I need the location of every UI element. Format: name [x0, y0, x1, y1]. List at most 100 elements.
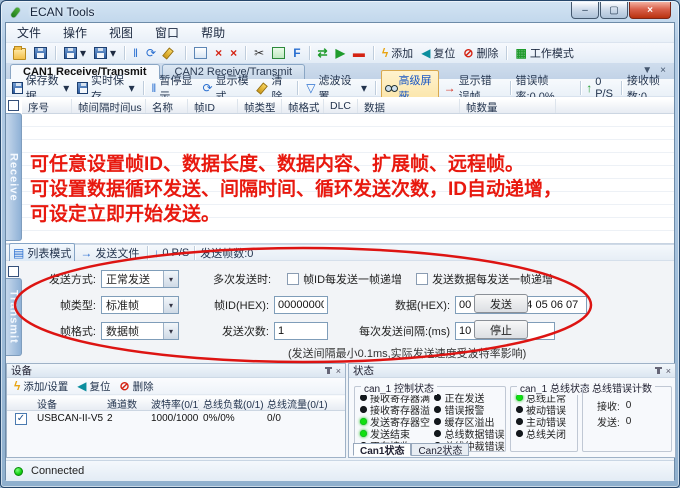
open-file-button[interactable] [10, 45, 29, 61]
pause-icon: ‖ [133, 47, 138, 59]
led-tx-reg-empty [360, 418, 367, 425]
device-panel-title-bar: 设备 × [7, 364, 345, 378]
frame-format-select[interactable]: 数据帧▾ [101, 322, 179, 340]
format-button[interactable]: F [290, 46, 303, 60]
pin-icon[interactable] [327, 367, 330, 374]
device-load-cell: 0%/0% [199, 413, 263, 424]
menu-help[interactable]: 帮助 [190, 23, 236, 42]
col-baud[interactable]: 波特率(0/1) [147, 396, 199, 410]
loop-button[interactable]: ⇄ [315, 46, 331, 60]
caret-down-icon: ▾ [110, 47, 116, 59]
pause-button[interactable]: ‖ [130, 46, 141, 60]
separator [245, 46, 246, 60]
transmit-dock-square[interactable] [8, 266, 19, 277]
frame-id-increment-checkbox[interactable] [287, 273, 299, 285]
delete-device-button[interactable]: ⊘删除 [460, 44, 501, 62]
scissors-icon: ✂ [254, 47, 264, 59]
glasses-icon [385, 82, 396, 94]
col-count[interactable]: 帧数量 [460, 99, 556, 113]
tab-can2-status[interactable]: Can2状态 [411, 443, 469, 456]
save-icon [34, 47, 47, 59]
col-interval[interactable]: 帧间隔时间us [72, 99, 146, 113]
grid-icon: ▦ [515, 47, 526, 59]
maximize-button[interactable]: ▢ [600, 2, 628, 19]
annotation-line-1: 可任意设置帧ID、数据长度、数据内容、扩展帧、远程帧。 [30, 152, 562, 177]
menu-view[interactable]: 视图 [98, 23, 144, 42]
connection-status-icon [14, 467, 23, 476]
disconnect-button[interactable]: ▬ [350, 46, 368, 60]
frame-type-label: 帧类型: [40, 297, 96, 313]
frame-id-input[interactable] [274, 296, 328, 314]
col-load[interactable]: 总线负载(0/1) [199, 396, 263, 410]
app-window: ECAN Tools – ▢ × 文件 操作 视图 窗口 帮助 ▾ ▾ ‖ ⟳ … [0, 0, 680, 488]
list-mode-button[interactable]: ▤列表模式 [9, 243, 75, 263]
stop-button[interactable]: 停止 [474, 320, 528, 339]
led-tx-done [360, 430, 367, 437]
export-dropdown-button[interactable]: ▾ [91, 46, 119, 60]
reset-icon: ◀ [421, 47, 430, 59]
col-traffic[interactable]: 总线流量(0/1) [263, 396, 333, 410]
reset-device-button[interactable]: ◀复位 [418, 44, 458, 62]
receive-dock-square[interactable] [8, 100, 19, 111]
device-checkbox[interactable]: ✓ [15, 413, 27, 425]
device-add-settings-button[interactable]: ϟ添加/设置 [11, 378, 71, 395]
send-file-button[interactable]: →发送文件 [77, 244, 142, 262]
separator [143, 81, 144, 95]
col-type[interactable]: 帧类型 [238, 99, 282, 113]
menu-operate[interactable]: 操作 [52, 23, 98, 42]
connect-button[interactable]: ▶ [333, 46, 348, 60]
pin-icon[interactable] [657, 367, 660, 374]
tab-can1-status[interactable]: Can1状态 [353, 443, 411, 456]
save-button[interactable] [31, 46, 50, 60]
red-x-icon: × [215, 47, 222, 59]
col-name[interactable]: 名称 [146, 99, 188, 113]
col-channels[interactable]: 通道数 [103, 396, 147, 410]
minimize-button[interactable]: – [571, 2, 599, 19]
close-button[interactable]: × [629, 2, 671, 19]
separator [55, 46, 56, 60]
cut-button[interactable]: ✂ [251, 46, 267, 60]
menu-file[interactable]: 文件 [6, 23, 52, 42]
delete-frame-button[interactable]: × [212, 46, 225, 60]
col-seq[interactable]: 序号 [22, 99, 72, 113]
add-device-button[interactable]: ϟ添加 [379, 44, 416, 62]
menu-window[interactable]: 窗口 [144, 23, 190, 42]
work-mode-button[interactable]: ▦工作模式 [512, 44, 576, 62]
col-frame-id[interactable]: 帧ID [188, 99, 238, 113]
frame-type-select[interactable]: 标准帧▾ [101, 296, 179, 314]
col-device[interactable]: 设备 [33, 396, 103, 410]
receive-table-header: 序号 帧间隔时间us 名称 帧ID 帧类型 帧格式 DLC 数据 帧数量 [22, 99, 674, 114]
save-data-dropdown-button[interactable]: ▾ [61, 46, 89, 60]
panel-close-icon[interactable]: × [336, 366, 341, 376]
status-panel-title: 状态 [353, 363, 374, 378]
device-reset-button[interactable]: ◀复位 [74, 378, 113, 395]
annotation-line-2: 可设置数据循环发送、间隔时间、循环发送次数，ID自动递增， [30, 177, 562, 202]
col-dlc[interactable]: DLC [324, 99, 358, 113]
toolbar-overflow-button[interactable]: ▾ [358, 81, 370, 95]
copy-frame-button[interactable] [191, 46, 210, 60]
minus-icon: ▬ [353, 47, 365, 59]
send-mode-select[interactable]: 正常发送▾ [101, 270, 179, 288]
transmit-side-tab[interactable]: Transmit [6, 278, 22, 356]
device-delete-button[interactable]: ⊘删除 [117, 378, 157, 395]
receive-side-tab[interactable]: Receive [6, 113, 22, 241]
brush-icon [164, 47, 177, 59]
paste-button[interactable] [269, 46, 288, 60]
col-format[interactable]: 帧格式 [282, 99, 324, 113]
reset-device-label: 复位 [433, 45, 455, 61]
panel-close-icon[interactable]: × [666, 366, 671, 376]
clear-button[interactable] [161, 46, 180, 60]
refresh-button[interactable]: ⟳ [143, 46, 159, 60]
list-icon: ▤ [13, 247, 24, 259]
delete-all-button[interactable]: × [227, 46, 240, 60]
send-times-input[interactable] [274, 322, 328, 340]
device-table-row[interactable]: ✓ USBCAN-II-V5 2 1000/1000 0%/0% 0/0 [7, 411, 345, 426]
col-data[interactable]: 数据 [358, 99, 460, 113]
tab-can1-status-label: Can1状态 [360, 442, 404, 457]
data-increment-checkbox[interactable] [416, 273, 428, 285]
pause-icon: ‖ [151, 82, 156, 94]
caret-down-icon: ▾ [63, 82, 69, 94]
transmit-toolbar: ▤列表模式 →发送文件 ↓0 P/S 发送帧数:0 [6, 244, 674, 261]
status-bar: Connected [6, 460, 674, 481]
send-button[interactable]: 发送 [474, 294, 528, 313]
